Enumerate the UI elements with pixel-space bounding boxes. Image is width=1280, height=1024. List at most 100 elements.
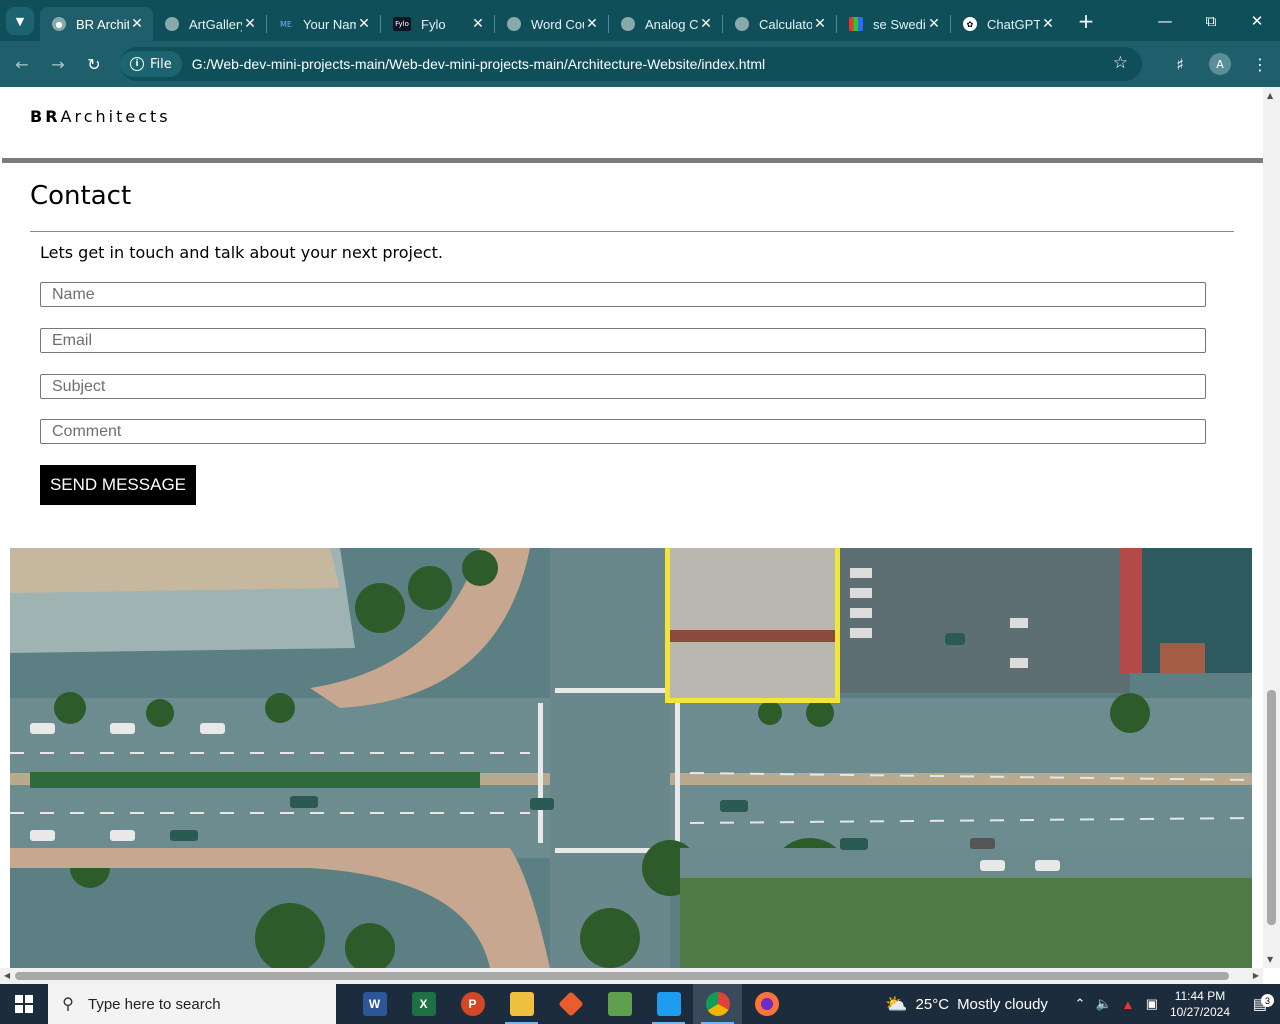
- contact-divider: [30, 231, 1234, 232]
- back-button[interactable]: ←: [4, 46, 40, 82]
- taskbar-app-powerpoint[interactable]: P: [448, 984, 497, 1024]
- horizontal-scrollbar[interactable]: ◀ ▶: [0, 968, 1263, 984]
- taskbar-search-placeholder: Type here to search: [88, 995, 221, 1013]
- taskbar-app-file-explorer[interactable]: [497, 984, 546, 1024]
- reload-button[interactable]: ↻: [76, 46, 112, 82]
- weather-widget[interactable]: ⛅ 25°C Mostly cloudy: [885, 994, 1048, 1015]
- tab-title: ChatGPT: [987, 16, 1040, 32]
- tray-icons: ⌃ 🔈 ▲ ▣: [1068, 996, 1164, 1012]
- close-icon[interactable]: ✕: [242, 16, 258, 32]
- vertical-scroll-thumb[interactable]: [1267, 690, 1276, 925]
- comment-field[interactable]: [40, 419, 1206, 444]
- kebab-menu-icon: ⋮: [1252, 54, 1268, 74]
- word-icon: W: [362, 992, 387, 1016]
- address-bar[interactable]: i File G:/Web-dev-mini-projects-main/Web…: [120, 47, 1142, 81]
- powerpoint-icon: P: [460, 992, 485, 1016]
- brand-rest: Architects: [60, 107, 171, 126]
- url-text[interactable]: G:/Web-dev-mini-projects-main/Web-dev-mi…: [192, 56, 765, 72]
- close-icon[interactable]: ✕: [926, 16, 942, 32]
- close-icon[interactable]: ✕: [356, 16, 372, 32]
- scroll-down-arrow-icon[interactable]: ▼: [1267, 955, 1273, 964]
- windows-logo-icon: [15, 995, 33, 1013]
- profile-avatar[interactable]: A: [1209, 53, 1231, 75]
- contact-lead-text: Lets get in touch and talk about your ne…: [40, 243, 443, 262]
- globe-icon: [507, 17, 521, 31]
- site-info-button[interactable]: i File: [120, 51, 182, 77]
- browser-toolbar: ← → ↻ i File G:/Web-dev-mini-projects-ma…: [0, 41, 1280, 87]
- close-window-button[interactable]: ✕: [1234, 0, 1280, 41]
- tab-title: Analog Clock: [645, 16, 698, 32]
- tab-title: ArtGallery: [189, 16, 242, 32]
- scroll-left-arrow-icon[interactable]: ◀: [4, 971, 10, 980]
- email-field[interactable]: [40, 328, 1206, 353]
- close-icon[interactable]: ✕: [584, 16, 600, 32]
- taskbar-app-chrome[interactable]: [693, 984, 742, 1024]
- minimize-button[interactable]: —: [1142, 0, 1188, 41]
- close-icon[interactable]: ✕: [470, 16, 486, 32]
- toolbar-actions: ♯ A ⋮: [1160, 41, 1280, 87]
- menu-button[interactable]: ⋮: [1240, 55, 1280, 74]
- puzzle-icon: ♯: [1176, 54, 1184, 74]
- start-button[interactable]: [0, 984, 48, 1024]
- weather-temp: 25°C: [915, 995, 950, 1013]
- new-tab-button[interactable]: +: [1072, 7, 1100, 35]
- tab-your-name[interactable]: ME Your Name ✕: [267, 7, 380, 41]
- close-icon[interactable]: ✕: [1040, 16, 1056, 32]
- bookmark-star-icon[interactable]: ☆: [1113, 53, 1128, 73]
- close-icon[interactable]: ✕: [812, 16, 828, 32]
- vscode-icon: [656, 992, 681, 1016]
- arrow-left-icon: ←: [15, 54, 29, 74]
- vertical-scrollbar[interactable]: ▲ ▼: [1263, 87, 1280, 968]
- header-divider: [2, 158, 1263, 163]
- horizontal-scroll-thumb[interactable]: [15, 972, 1229, 980]
- taskbar-app-vscode[interactable]: [644, 984, 693, 1024]
- arrow-right-icon: →: [51, 54, 65, 74]
- speaker-icon[interactable]: 🔈: [1092, 996, 1116, 1012]
- minimize-icon: —: [1157, 11, 1173, 30]
- brand-logo[interactable]: BRArchitects: [30, 107, 171, 126]
- forward-button[interactable]: →: [40, 46, 76, 82]
- taskbar-app-word[interactable]: W: [350, 984, 399, 1024]
- subject-field[interactable]: [40, 374, 1206, 399]
- tab-title: BR Architects: [76, 16, 129, 32]
- tab-br-architects[interactable]: ● BR Architects ✕: [40, 7, 153, 41]
- tab-title: Word Counter: [531, 16, 584, 32]
- git-icon: [557, 991, 584, 1017]
- globe-icon: ●: [52, 17, 66, 31]
- taskbar-app-firefox[interactable]: [742, 984, 791, 1024]
- network-icon[interactable]: ▣: [1140, 996, 1164, 1012]
- extensions-button[interactable]: ♯: [1160, 55, 1200, 74]
- tab-chatgpt[interactable]: ✿ ChatGPT ✕: [951, 7, 1064, 41]
- clock-time: 11:44 PM: [1174, 989, 1226, 1003]
- notification-center-button[interactable]: ▤ 3: [1240, 994, 1280, 1013]
- tab-search-button[interactable]: ▼: [6, 7, 34, 35]
- contact-heading: Contact: [30, 181, 132, 211]
- taskbar-app-excel[interactable]: X: [399, 984, 448, 1024]
- scroll-up-arrow-icon[interactable]: ▲: [1267, 91, 1273, 100]
- taskbar-search-box[interactable]: ⚲ Type here to search: [48, 984, 336, 1024]
- tab-title: Calculator: [759, 16, 812, 32]
- tab-analog-clock[interactable]: Analog Clock ✕: [609, 7, 722, 41]
- tab-artgallery[interactable]: ArtGallery ✕: [153, 7, 266, 41]
- tab-fylo[interactable]: Fylo Fylo ✕: [381, 7, 494, 41]
- chevron-up-icon[interactable]: ⌃: [1068, 996, 1092, 1012]
- tab-se-swedish[interactable]: se Swedish ✕: [837, 7, 950, 41]
- send-message-button[interactable]: SEND MESSAGE: [40, 465, 196, 505]
- close-icon[interactable]: ✕: [129, 16, 145, 32]
- restore-icon: ⧉: [1205, 11, 1217, 30]
- taskbar-app-node[interactable]: [595, 984, 644, 1024]
- pdf-reader-icon[interactable]: ▲: [1116, 997, 1140, 1012]
- name-field[interactable]: [40, 282, 1206, 307]
- scroll-right-arrow-icon[interactable]: ▶: [1253, 971, 1259, 980]
- grid-logo-icon: [849, 17, 863, 31]
- tab-title: Your Name: [303, 16, 356, 32]
- me-logo-icon: ME: [280, 19, 292, 29]
- close-icon[interactable]: ✕: [698, 16, 714, 32]
- tab-word-counter[interactable]: Word Counter ✕: [495, 7, 608, 41]
- fylo-logo-icon: Fylo: [393, 17, 411, 31]
- taskbar-clock[interactable]: 11:44 PM 10/27/2024: [1170, 988, 1230, 1020]
- taskbar-app-git[interactable]: [546, 984, 595, 1024]
- tab-calculator[interactable]: Calculator ✕: [723, 7, 836, 41]
- restore-button[interactable]: ⧉: [1188, 0, 1234, 41]
- plus-icon: +: [1077, 9, 1095, 33]
